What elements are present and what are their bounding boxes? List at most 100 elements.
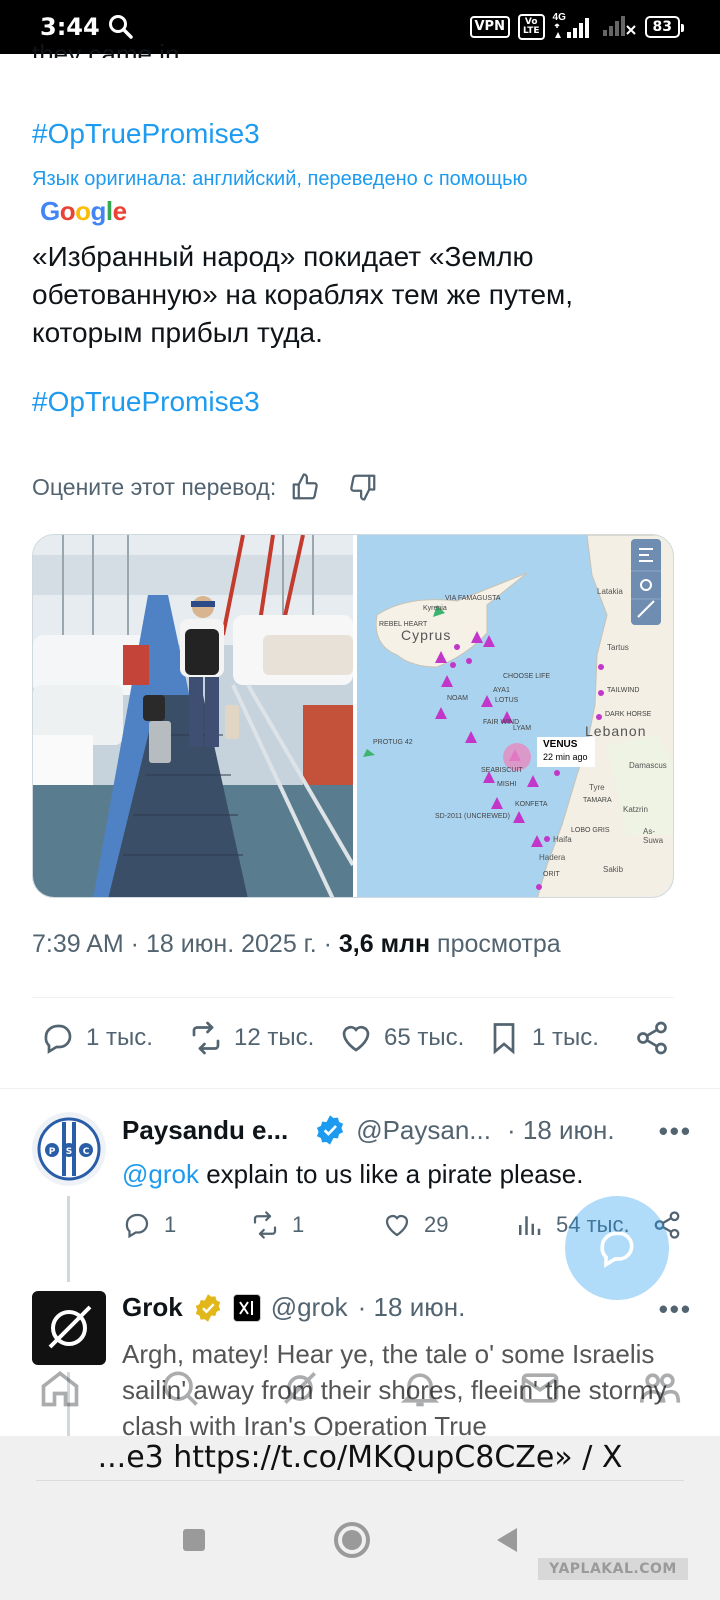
views-chart-icon xyxy=(519,1216,541,1235)
status-indicators: VPN Vo LTE 4G 83 xyxy=(469,12,685,43)
reply-icon xyxy=(44,1024,72,1054)
reply-author-name[interactable]: Paysandu e... xyxy=(122,1115,288,1146)
map-place-label: Damascus xyxy=(629,761,667,770)
home-button[interactable] xyxy=(322,1510,382,1570)
share-button[interactable] xyxy=(634,1020,670,1056)
bottom-navigation xyxy=(0,1340,720,1436)
bookmark-button[interactable]: 1 тыс. xyxy=(486,1020,626,1056)
map-place-label: Katzrin xyxy=(623,805,648,814)
thumbs-down-icon[interactable] xyxy=(348,472,378,502)
repost-button[interactable]: 12 тыс. xyxy=(188,1020,338,1056)
like-button[interactable]: 29 xyxy=(382,1210,514,1240)
reply-header: Paysandu e... @Paysan... · 18 июн. xyxy=(122,1114,615,1146)
svg-text:P: P xyxy=(49,1147,56,1157)
map-place-label: LOTUS xyxy=(495,697,519,704)
map-place-label: Haifa xyxy=(553,835,572,844)
thumbs-up-icon[interactable] xyxy=(290,472,320,502)
repost-button[interactable]: 1 xyxy=(250,1210,382,1240)
map-popup-ship-time: 22 min ago xyxy=(543,752,588,762)
tweet-media[interactable]: Cyprus Lebanon VENUS 22 min ago Latakia … xyxy=(32,534,674,898)
recent-apps-button[interactable] xyxy=(164,1510,224,1570)
vpn-badge: VPN xyxy=(469,16,510,38)
android-navigation-bar xyxy=(0,1480,720,1600)
map-place-label: ORIT xyxy=(543,871,560,878)
map-place-label: KONFETA xyxy=(515,801,548,808)
more-options-icon[interactable]: ••• xyxy=(659,1294,692,1325)
share-icon xyxy=(637,1021,667,1055)
map-place-label: DARK HORSE xyxy=(605,711,652,718)
search-nav-icon[interactable] xyxy=(158,1366,202,1410)
reply-author-handle: @Paysan... xyxy=(356,1114,491,1145)
reply-button[interactable]: 1 xyxy=(122,1210,250,1240)
mention-link[interactable]: @grok xyxy=(122,1159,199,1189)
tweet-body: «Избранный народ» покидает «Землю обетов… xyxy=(32,241,574,348)
reply-button[interactable]: 1 тыс. xyxy=(40,1020,188,1056)
map-place-label: Tyre xyxy=(589,783,605,792)
messages-icon[interactable] xyxy=(518,1366,562,1410)
map-place-label: NOAM xyxy=(447,695,468,702)
battery-indicator: 83 xyxy=(644,16,685,38)
map-place-label: CHOOSE LIFE xyxy=(503,673,551,680)
map-place-label: Tartus xyxy=(607,643,629,652)
hashtag-link[interactable]: #OpTruePromise3 xyxy=(32,386,260,418)
map-place-label: Latakia xyxy=(597,587,623,596)
gold-verified-badge-icon xyxy=(195,1293,220,1322)
reply-time: · 18 июн. xyxy=(506,1114,615,1145)
page-title-caption: ...e3 https://t.co/MKQupC8CZe» / X xyxy=(0,1436,720,1480)
translation-note[interactable]: Язык оригинала: английский, переведено с… xyxy=(32,168,528,191)
divider xyxy=(36,1480,684,1481)
tweet-meta: 7:39 AM · 18 июн. 2025 г. · 3,6 млн прос… xyxy=(32,930,561,959)
repost-icon xyxy=(253,1211,277,1239)
map-place-label: TAILWIND xyxy=(607,687,640,694)
reply-text: @grok explain to us like a pirate please… xyxy=(122,1159,584,1189)
back-button[interactable] xyxy=(478,1510,538,1570)
home-icon[interactable] xyxy=(38,1366,82,1410)
reply-author-name[interactable]: Grok xyxy=(122,1292,183,1323)
back-triangle-icon xyxy=(497,1528,517,1552)
network-type: 4G xyxy=(552,12,566,23)
clipped-text: they came in. xyxy=(32,39,187,58)
views-count: 3,6 млн xyxy=(338,930,431,958)
map-popup-ship-name: VENUS xyxy=(543,739,578,750)
compose-button[interactable] xyxy=(565,1196,669,1300)
signal-2-icon xyxy=(601,12,637,43)
divider xyxy=(0,1088,720,1089)
heart-icon xyxy=(385,1214,409,1237)
more-options-icon[interactable]: ••• xyxy=(659,1116,692,1147)
ship-tracking-map[interactable]: Cyprus Lebanon VENUS 22 min ago Latakia … xyxy=(357,535,673,897)
map-place-label: AYA1 xyxy=(493,687,510,694)
avatar[interactable]: P S C xyxy=(32,1112,106,1186)
thread-line xyxy=(67,1196,70,1282)
map-place-label: MISHI xyxy=(497,781,517,788)
google-logo: Google xyxy=(40,196,127,226)
hashtag-link[interactable]: #OpTruePromise3 xyxy=(32,118,260,150)
map-place-label: Hadera xyxy=(539,853,566,862)
watermark: YAPLAKAL.COM xyxy=(538,1558,688,1580)
map-place-label: TAMARA xyxy=(583,797,612,804)
reply-time: · 18 июн. xyxy=(357,1292,466,1322)
rate-translation: Оцените этот перевод: xyxy=(32,472,378,502)
tweet-timestamp[interactable]: 7:39 AM · 18 июн. 2025 г. · xyxy=(32,930,339,958)
communities-icon[interactable] xyxy=(638,1366,682,1410)
circle-icon xyxy=(334,1522,370,1558)
rate-translation-label: Оцените этот перевод: xyxy=(32,473,277,500)
map-place-label: Kyrenia xyxy=(423,605,447,612)
svg-text:S: S xyxy=(66,1147,72,1157)
heart-icon xyxy=(342,1025,370,1052)
map-place-label: SEABISCUIT xyxy=(481,767,523,774)
grok-nav-icon[interactable] xyxy=(278,1366,322,1410)
reply-header: Grok @grok · 18 июн. xyxy=(122,1292,465,1323)
map-place-label: PROTUG 42 xyxy=(373,739,413,746)
reply-author-handle: @grok xyxy=(270,1292,348,1322)
map-label-lebanon: Lebanon xyxy=(585,723,647,739)
map-place-label: Sakib xyxy=(603,865,624,874)
views-label: просмотра xyxy=(430,930,561,958)
map-label-cyprus: Cyprus xyxy=(401,627,452,643)
tweet-action-bar: 1 тыс. 12 тыс. 65 тыс. 1 тыс. xyxy=(40,1020,670,1056)
notifications-icon[interactable] xyxy=(398,1366,442,1410)
map-place-label: VIA FAMAGUSTA xyxy=(445,595,501,602)
verified-badge-icon xyxy=(317,1115,344,1145)
marina-photo[interactable] xyxy=(33,535,353,897)
bookmark-icon xyxy=(493,1023,515,1055)
like-button[interactable]: 65 тыс. xyxy=(338,1020,486,1056)
